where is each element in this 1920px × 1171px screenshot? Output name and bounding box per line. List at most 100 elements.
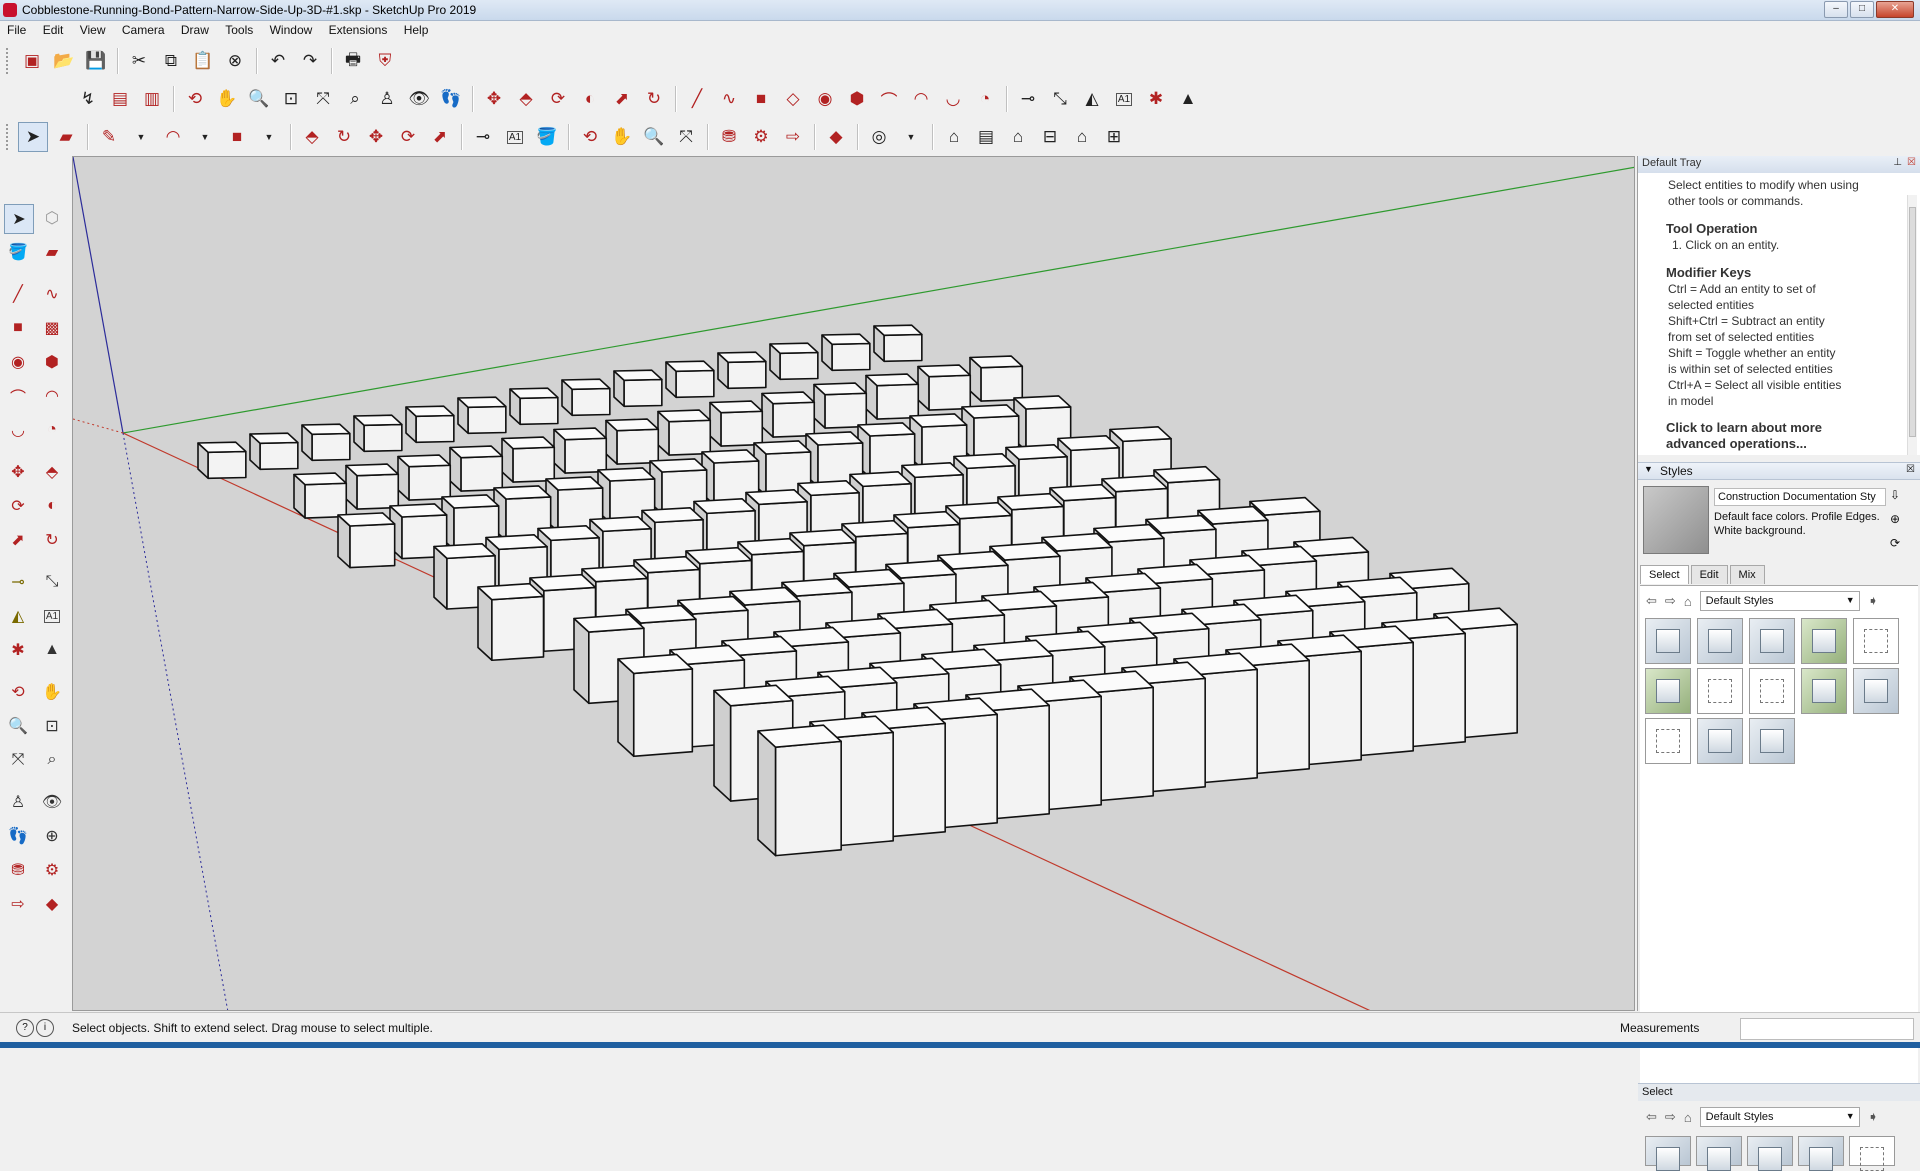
extension-warehouse-icon[interactable]: ⚙: [38, 856, 66, 884]
look-around-icon[interactable]: 👁: [38, 788, 66, 816]
circle-icon[interactable]: ◉: [811, 85, 839, 113]
undo-icon[interactable]: ↶: [264, 47, 292, 75]
text-icon[interactable]: A1: [38, 602, 66, 630]
scale-icon[interactable]: ⬈: [608, 85, 636, 113]
pie-icon[interactable]: ◔: [971, 85, 999, 113]
menu-view[interactable]: View: [73, 21, 112, 37]
save-icon[interactable]: 💾: [82, 47, 110, 75]
push-pull-icon[interactable]: ⬘: [38, 458, 66, 486]
chevron-down-icon[interactable]: ▼: [127, 123, 155, 151]
right-view-icon[interactable]: ⊟: [1036, 123, 1064, 151]
user-account-icon[interactable]: ◎: [865, 123, 893, 151]
rotate-icon[interactable]: ⟳: [394, 123, 422, 151]
menu-extensions[interactable]: Extensions: [322, 21, 394, 37]
3d-text-icon[interactable]: ▲: [1174, 85, 1202, 113]
protractor-icon[interactable]: ◭: [4, 602, 32, 630]
geolocation-icon[interactable]: ?: [16, 1019, 34, 1037]
pencil-line-icon[interactable]: ✎: [95, 123, 123, 151]
offset-icon[interactable]: ↻: [330, 123, 358, 151]
home-icon[interactable]: ⌂: [1684, 1110, 1692, 1125]
new-file-icon[interactable]: ▣: [18, 47, 46, 75]
learn-more-link[interactable]: Click to learn about more advanced opera…: [1666, 420, 1866, 452]
create-style-icon[interactable]: ⊕: [1890, 512, 1900, 526]
menu-draw[interactable]: Draw: [174, 21, 215, 37]
three-point-arc-icon[interactable]: ◡: [4, 416, 32, 444]
dimension-icon[interactable]: ⤡: [1046, 85, 1074, 113]
tab-mix[interactable]: Mix: [1729, 565, 1765, 584]
maximize-button[interactable]: □: [1850, 1, 1874, 18]
home-icon[interactable]: ⌂: [1684, 594, 1692, 609]
orbit-icon[interactable]: ⟲: [181, 85, 209, 113]
zoom-extents-icon[interactable]: ⤧: [672, 123, 700, 151]
scale-icon[interactable]: ⬈: [426, 123, 454, 151]
credits-info-icon[interactable]: i: [36, 1019, 54, 1037]
front-view-icon[interactable]: ⌂: [1004, 123, 1032, 151]
menu-tools[interactable]: Tools: [218, 21, 259, 37]
3d-text-icon[interactable]: ▲: [38, 636, 66, 664]
axes-icon[interactable]: ✱: [4, 636, 32, 664]
move-icon[interactable]: ✥: [4, 458, 32, 486]
extension-manager-icon[interactable]: ◆: [822, 123, 850, 151]
freehand-icon[interactable]: ∿: [38, 280, 66, 308]
move-icon[interactable]: ✥: [362, 123, 390, 151]
refresh-icon[interactable]: ⟳: [1890, 536, 1900, 550]
line-icon[interactable]: ╱: [4, 280, 32, 308]
push-pull-icon[interactable]: ⬘: [298, 123, 326, 151]
dimension-icon[interactable]: ⤡: [38, 568, 66, 596]
iso-view-icon[interactable]: ⌂: [940, 123, 968, 151]
style-thumbnail[interactable]: [1696, 1136, 1742, 1171]
chevron-down-icon[interactable]: ▼: [191, 123, 219, 151]
close-icon[interactable]: ☒: [1906, 464, 1915, 475]
style-thumbnail[interactable]: [1749, 718, 1795, 764]
zoom-icon[interactable]: 🔍: [640, 123, 668, 151]
tape-measure-icon[interactable]: ⊸: [4, 568, 32, 596]
zoom-window-icon[interactable]: ⊡: [277, 85, 305, 113]
style-thumbnail[interactable]: [1853, 668, 1899, 714]
menu-file[interactable]: File: [0, 21, 32, 37]
zoom-extents-icon[interactable]: ⤧: [4, 746, 32, 774]
menu-window[interactable]: Window: [263, 21, 319, 37]
details-arrow-icon[interactable]: ➧: [1868, 593, 1879, 609]
send-to-layout-icon[interactable]: ⇨: [779, 123, 807, 151]
look-around-icon[interactable]: 👁: [405, 85, 433, 113]
style-thumbnail[interactable]: [1645, 1136, 1691, 1171]
back-view-icon[interactable]: ⌂: [1068, 123, 1096, 151]
walk-footprints-icon[interactable]: 👣: [437, 85, 465, 113]
style-thumbnail[interactable]: [1697, 668, 1743, 714]
follow-me-icon[interactable]: ◐: [576, 85, 604, 113]
move-icon[interactable]: ✥: [480, 85, 508, 113]
circle-icon[interactable]: ◉: [4, 348, 32, 376]
orbit-icon[interactable]: ⟲: [4, 678, 32, 706]
style-thumbnail[interactable]: [1697, 718, 1743, 764]
pan-icon[interactable]: ✋: [38, 678, 66, 706]
cobblestone-model-canvas[interactable]: [73, 157, 1635, 1011]
zoom-icon[interactable]: 🔍: [245, 85, 273, 113]
print-icon[interactable]: 🖶: [339, 47, 367, 75]
pin-icon[interactable]: ⊥: [1893, 157, 1902, 168]
style-thumbnail[interactable]: [1697, 618, 1743, 664]
make-component-icon[interactable]: ⬡: [38, 204, 66, 232]
rectangle-icon[interactable]: ■: [4, 314, 32, 342]
freehand-icon[interactable]: ∿: [715, 85, 743, 113]
paint-bucket-icon[interactable]: 🪣: [533, 123, 561, 151]
menu-edit[interactable]: Edit: [36, 21, 70, 37]
text-icon[interactable]: A1: [501, 123, 529, 151]
erase-selection-icon[interactable]: ⊗: [221, 47, 249, 75]
polygon-icon[interactable]: ⬢: [38, 348, 66, 376]
scenes-icon[interactable]: ▤: [106, 85, 134, 113]
arc-icon[interactable]: ⌒: [4, 382, 32, 410]
rectangle-icon[interactable]: ■: [747, 85, 775, 113]
previous-view-icon[interactable]: ⌕: [38, 746, 66, 774]
details-arrow-icon[interactable]: ➧: [1868, 1109, 1879, 1125]
drawing-viewport[interactable]: [72, 156, 1635, 1011]
style-thumbnail[interactable]: [1801, 618, 1847, 664]
tab-select[interactable]: Select: [1640, 565, 1689, 584]
menu-help[interactable]: Help: [397, 21, 435, 37]
instructor-scrollbar[interactable]: [1907, 195, 1917, 455]
previous-view-icon[interactable]: ⌕: [341, 85, 369, 113]
style-collection-dropdown[interactable]: Default Styles ▼: [1699, 591, 1860, 611]
style-thumbnail[interactable]: [1749, 618, 1795, 664]
eraser-icon[interactable]: ▰: [38, 238, 66, 266]
back-arrow-icon[interactable]: ⇦: [1646, 593, 1657, 609]
protractor-icon[interactable]: ◭: [1078, 85, 1106, 113]
